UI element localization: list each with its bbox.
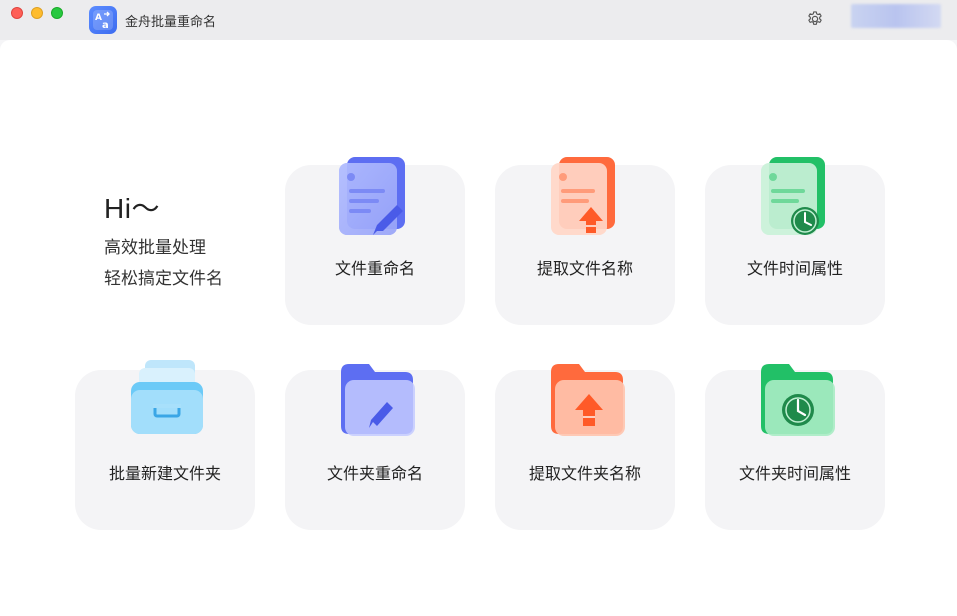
greeting-line1: 高效批量处理 xyxy=(104,238,206,258)
file-time-icon xyxy=(745,145,845,245)
greeting-hi: Hi～ xyxy=(104,193,160,224)
feature-label: 提取文件夹名称 xyxy=(528,464,641,483)
account-area[interactable] xyxy=(851,4,941,28)
file-extract-icon xyxy=(535,145,635,245)
feature-label: 文件重命名 xyxy=(334,259,415,278)
folder-time-icon xyxy=(745,350,845,450)
maximize-window-button[interactable] xyxy=(51,7,63,19)
folder-batch-create-icon xyxy=(115,350,215,450)
close-window-button[interactable] xyxy=(11,7,23,19)
feature-card-file-time[interactable]: 文件时间属性 xyxy=(705,157,885,325)
file-rename-icon xyxy=(325,145,425,245)
greeting: Hi～ 高效批量处理 轻松搞定文件名 xyxy=(104,187,223,295)
minimize-window-button[interactable] xyxy=(31,7,43,19)
app-logo-icon: A a xyxy=(89,6,117,34)
svg-text:A: A xyxy=(95,13,102,23)
feature-label: 文件夹时间属性 xyxy=(738,464,851,483)
feature-label: 文件夹重命名 xyxy=(326,464,423,483)
feature-label: 提取文件名称 xyxy=(536,259,633,278)
feature-label: 文件时间属性 xyxy=(746,259,843,278)
settings-button[interactable] xyxy=(804,8,826,30)
feature-card-folder-batch-create[interactable]: 批量新建文件夹 xyxy=(75,360,255,530)
feature-card-folder-rename[interactable]: 文件夹重命名 xyxy=(285,364,465,530)
folder-rename-icon xyxy=(325,350,425,450)
main-content: Hi～ 高效批量处理 轻松搞定文件名 文件重命名 提取文件名称 文件时间属性 批… xyxy=(0,40,957,616)
feature-card-folder-extract[interactable]: 提取文件夹名称 xyxy=(495,364,675,530)
svg-text:a: a xyxy=(102,20,109,31)
feature-card-file-rename[interactable]: 文件重命名 xyxy=(285,157,465,325)
app-window: A a 金舟批量重命名 Hi～ 高效批量处理 轻松搞定文件名 文件重命名 提取文… xyxy=(0,0,957,616)
feature-card-file-extract[interactable]: 提取文件名称 xyxy=(495,157,675,325)
app-title: 金舟批量重命名 xyxy=(125,15,217,30)
feature-label: 批量新建文件夹 xyxy=(108,464,221,483)
greeting-line2: 轻松搞定文件名 xyxy=(104,269,223,289)
title-bar: A a 金舟批量重命名 xyxy=(0,0,957,40)
folder-extract-icon xyxy=(535,350,635,450)
feature-card-folder-time[interactable]: 文件夹时间属性 xyxy=(705,364,885,530)
gear-icon xyxy=(808,11,822,25)
